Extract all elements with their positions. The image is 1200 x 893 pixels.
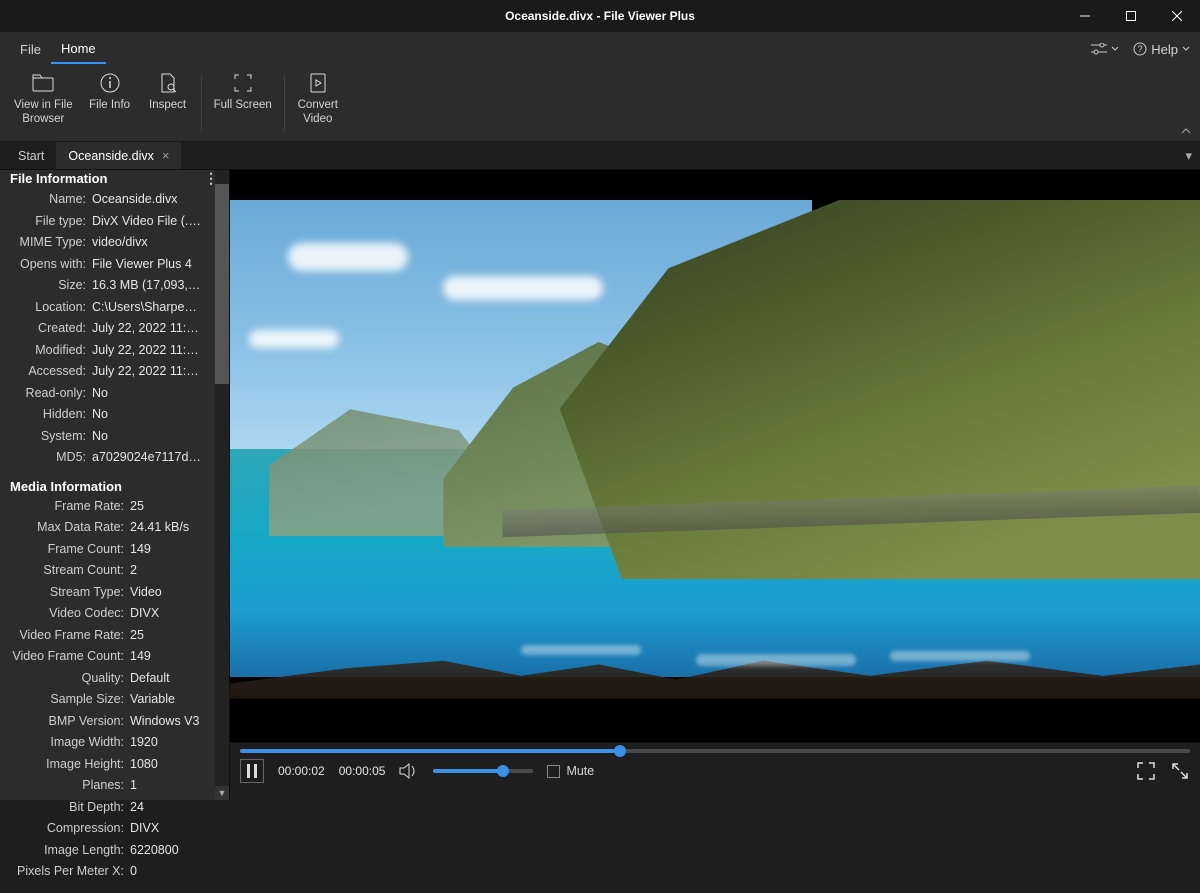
info-row: Opens with:File Viewer Plus 4 [0,254,215,276]
ribbon-toolbar: View in File Browser File Info Inspect F… [0,66,1200,142]
scrollbar-thumb[interactable] [215,184,229,384]
info-row: File type:DivX Video File (.divx) [0,211,215,233]
tab-dropdown-button[interactable]: ▾ [1185,148,1192,164]
settings-icon[interactable] [1091,43,1119,55]
collapse-ribbon-button[interactable] [1180,125,1192,137]
document-tabs: Start Oceanside.divx × ▾ [0,142,1200,170]
info-row: MD5:a7029024e7117dfdd... [0,447,215,469]
seek-slider[interactable] [240,749,1190,753]
expand-player-button[interactable] [1170,761,1190,781]
view-in-file-browser-button[interactable]: View in File Browser [6,66,81,141]
volume-icon[interactable] [399,762,419,780]
info-row: Hidden:No [0,404,215,426]
folder-icon [32,72,54,94]
ribbon-label: File Info [89,98,130,112]
convert-icon [308,72,328,94]
file-info-header: File Information ⋮ [0,170,229,187]
info-row: Modified:July 22, 2022 11:51 ... [0,340,215,362]
info-row: Read-only:No [0,383,215,405]
info-row: Pixels Per Meter X:0 [0,861,215,883]
info-row: Image Length:6220800 [0,840,215,862]
total-time: 00:00:05 [339,764,386,778]
info-row: Sample Size:Variable [0,689,215,711]
info-row: Max Data Rate:24.41 kB/s [0,517,215,539]
info-row: Name:Oceanside.divx [0,189,215,211]
document-search-icon [158,72,178,94]
close-button[interactable] [1154,0,1200,32]
mute-checkbox[interactable]: Mute [547,764,594,778]
menu-file[interactable]: File [10,36,51,63]
maximize-button[interactable] [1108,0,1154,32]
menu-bar: File Home ? Help [0,32,1200,66]
info-row: Frame Rate:25 [0,496,215,518]
panel-title: File Information [10,171,108,186]
window-title: Oceanside.divx - File Viewer Plus [505,9,695,23]
info-row: Compression:DIVX [0,818,215,840]
player-controls: 00:00:02 00:00:05 Mute [230,742,1200,800]
info-icon [100,72,120,94]
info-row: Image Width:1920 [0,732,215,754]
info-row: Location:C:\Users\Sharpene... [0,297,215,319]
info-row: Quality:Default [0,668,215,690]
svg-text:?: ? [1138,44,1143,54]
tab-label: Start [18,149,44,163]
ribbon-label: Convert Video [298,98,338,127]
info-row: Image Height:1080 [0,754,215,776]
help-button[interactable]: ? Help [1133,42,1190,57]
menu-home[interactable]: Home [51,35,106,64]
file-info-button[interactable]: File Info [81,66,139,141]
full-screen-button[interactable]: Full Screen [206,66,280,141]
tab-oceanside[interactable]: Oceanside.divx × [56,142,181,169]
minimize-button[interactable] [1062,0,1108,32]
info-sidebar: ▲ ▼ File Information ⋮ Name:Oceanside.di… [0,170,230,800]
inspect-button[interactable]: Inspect [139,66,197,141]
separator [201,76,202,131]
fullscreen-icon [234,72,252,94]
ribbon-label: View in File Browser [14,98,73,127]
media-info-header: Media Information [0,479,229,494]
close-tab-icon[interactable]: × [162,148,170,163]
info-row: Size:16.3 MB (17,093,268 ... [0,275,215,297]
ribbon-label: Inspect [149,98,186,112]
info-row: System:No [0,426,215,448]
checkbox-box [547,765,560,778]
panel-title: Media Information [10,479,122,494]
ribbon-label: Full Screen [214,98,272,112]
info-row: BMP Version:Windows V3 [0,711,215,733]
tab-start[interactable]: Start [6,142,56,169]
info-row: Video Frame Rate:25 [0,625,215,647]
tab-label: Oceanside.divx [68,149,153,163]
pause-icon [246,764,258,778]
fullscreen-player-button[interactable] [1136,761,1156,781]
info-row: Video Frame Count:149 [0,646,215,668]
title-bar: Oceanside.divx - File Viewer Plus [0,0,1200,32]
info-row: Frame Count:149 [0,539,215,561]
info-row: Accessed:July 22, 2022 11:52 ... [0,361,215,383]
help-label: Help [1151,42,1178,57]
info-row: MIME Type:video/divx [0,232,215,254]
volume-slider[interactable] [433,769,533,773]
mute-label: Mute [566,764,594,778]
convert-video-button[interactable]: Convert Video [289,66,347,141]
video-canvas[interactable] [230,170,1200,742]
info-row: Video Codec:DIVX [0,603,215,625]
workspace: ▲ ▼ File Information ⋮ Name:Oceanside.di… [0,170,1200,800]
pause-button[interactable] [240,759,264,783]
info-row: Created:July 22, 2022 11:52 ... [0,318,215,340]
scroll-down-button[interactable]: ▼ [215,786,229,800]
info-row: Stream Type:Video [0,582,215,604]
info-row: Planes:1 [0,775,215,797]
elapsed-time: 00:00:02 [278,764,325,778]
separator [284,76,285,131]
video-viewer: 00:00:02 00:00:05 Mute [230,170,1200,800]
window-controls [1062,0,1200,32]
info-row: Stream Count:2 [0,560,215,582]
